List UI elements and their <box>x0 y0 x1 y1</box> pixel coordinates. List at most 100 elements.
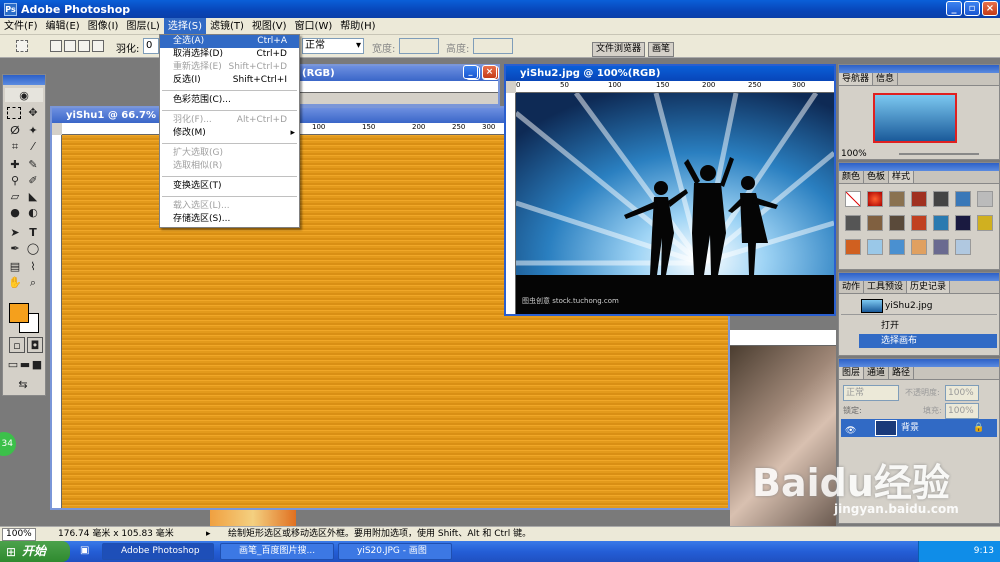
tab-navigator[interactable]: 导航器 <box>839 73 874 85</box>
type-tool-icon[interactable]: T <box>25 225 41 241</box>
style-select[interactable]: 正常 ▾ <box>302 38 364 54</box>
style-swatch[interactable] <box>911 191 927 207</box>
crop-tool-icon[interactable]: ⌗ <box>7 139 23 155</box>
move-tool-icon[interactable]: ✥ <box>25 105 41 121</box>
minimize-icon[interactable]: _ <box>946 1 962 16</box>
menu-item-transform-selection[interactable]: 变换选区(T) <box>160 180 299 193</box>
style-swatch[interactable] <box>889 191 905 207</box>
style-swatch[interactable] <box>889 215 905 231</box>
status-arrow-icon[interactable]: ▸ <box>206 527 211 541</box>
menu-layer[interactable]: 图层(L) <box>122 18 163 35</box>
add-selection-icon[interactable] <box>64 40 76 52</box>
tab-layers[interactable]: 图层 <box>839 367 865 379</box>
brush-tool-icon[interactable]: ✎ <box>25 157 41 173</box>
dodge-tool-icon[interactable]: ◐ <box>25 205 41 221</box>
task-photoshop[interactable]: Adobe Photoshop <box>102 543 214 560</box>
lasso-tool-icon[interactable]: ⵁ <box>7 123 23 139</box>
history-brush-icon[interactable]: ✐ <box>25 173 41 189</box>
style-swatch[interactable] <box>933 191 949 207</box>
show-desktop-icon[interactable]: ▣ <box>80 545 89 556</box>
tab-file-browser[interactable]: 文件浏览器 <box>592 42 646 57</box>
eraser-tool-icon[interactable]: ▱ <box>7 189 23 205</box>
navigator-thumbnail[interactable] <box>873 93 957 143</box>
tab-color[interactable]: 颜色 <box>839 171 865 183</box>
standard-mode-icon[interactable]: ▫ <box>9 337 25 353</box>
style-swatch[interactable] <box>933 215 949 231</box>
layer-row-background[interactable]: 👁 背景 🔒 <box>841 419 997 437</box>
menu-select[interactable]: 选择(S) <box>163 17 206 35</box>
subtract-selection-icon[interactable] <box>78 40 90 52</box>
screen-mode-full-icon[interactable]: ■ <box>29 357 45 373</box>
menu-filter[interactable]: 滤镜(T) <box>206 18 248 35</box>
style-swatch[interactable] <box>867 215 883 231</box>
history-item-open[interactable]: 打开 <box>859 319 997 333</box>
menu-item-deselect[interactable]: 取消选择(D) Ctrl+D <box>160 48 299 61</box>
style-none[interactable] <box>845 191 861 207</box>
quickmask-mode-icon[interactable]: ◘ <box>27 337 43 353</box>
foreground-color-top[interactable] <box>9 303 29 323</box>
navigator-zoom[interactable]: 100% <box>841 149 867 159</box>
menu-item-modify[interactable]: 修改(M) ▸ <box>160 127 299 140</box>
shape-tool-icon[interactable]: ◯ <box>25 241 41 257</box>
style-swatch[interactable] <box>955 191 971 207</box>
tab-info[interactable]: 信息 <box>873 73 899 85</box>
doc-rgb-close-icon[interactable]: × <box>482 65 497 79</box>
style-swatch[interactable] <box>867 239 883 255</box>
doc-rgb-minimize-icon[interactable]: _ <box>463 65 478 79</box>
history-item-select-canvas[interactable]: 选择画布 <box>859 334 997 348</box>
menu-item-color-range[interactable]: 色彩范围(C)... <box>160 94 299 107</box>
blend-mode-select[interactable]: 正常 <box>843 385 899 401</box>
menu-item-select-all[interactable]: 全选(A) Ctrl+A <box>160 35 299 48</box>
eye-icon[interactable]: 👁 <box>845 422 856 440</box>
menu-help[interactable]: 帮助(H) <box>336 18 379 35</box>
magic-wand-icon[interactable]: ✦ <box>25 123 41 139</box>
tab-brushes[interactable]: 画笔 <box>648 42 675 57</box>
menu-image[interactable]: 图像(I) <box>84 18 123 35</box>
menu-item-inverse[interactable]: 反选(I) Shift+Ctrl+I <box>160 74 299 87</box>
paint-bucket-icon[interactable]: ◣ <box>25 189 41 205</box>
healing-brush-icon[interactable]: ✚ <box>7 157 23 173</box>
tab-tool-presets[interactable]: 工具预设 <box>864 281 908 293</box>
style-swatch[interactable] <box>867 191 883 207</box>
marquee-tool-icon[interactable] <box>16 40 28 52</box>
hand-tool-icon[interactable]: ✋ <box>7 275 23 291</box>
tab-actions[interactable]: 动作 <box>839 281 865 293</box>
tab-history[interactable]: 历史记录 <box>907 281 951 293</box>
feather-input[interactable]: 0 <box>143 38 159 54</box>
new-selection-icon[interactable] <box>50 40 62 52</box>
rect-marquee-tool-icon[interactable] <box>7 107 21 119</box>
stamp-tool-icon[interactable]: ⚲ <box>7 173 23 189</box>
task-paint[interactable]: yiS20.JPG - 画图 <box>338 543 452 560</box>
height-input[interactable] <box>473 38 513 54</box>
style-swatch[interactable] <box>955 215 971 231</box>
tab-swatches[interactable]: 色板 <box>864 171 890 183</box>
history-snapshot[interactable]: yiShu2.jpg <box>841 297 997 315</box>
slice-tool-icon[interactable]: ⁄ <box>25 139 41 155</box>
pen-tool-icon[interactable]: ✒ <box>7 241 23 257</box>
eyedropper-icon[interactable]: ⌇ <box>25 259 41 275</box>
task-browser[interactable]: 画笔_百度图片搜... <box>220 543 334 560</box>
tab-paths[interactable]: 路径 <box>889 367 915 379</box>
blur-tool-icon[interactable]: ● <box>7 205 23 221</box>
style-swatch[interactable] <box>889 239 905 255</box>
menu-view[interactable]: 视图(V) <box>248 18 291 35</box>
intersect-selection-icon[interactable] <box>92 40 104 52</box>
close-icon[interactable]: × <box>982 1 998 16</box>
opacity-input[interactable]: 100% <box>945 385 979 401</box>
style-swatch[interactable] <box>845 239 861 255</box>
style-swatch[interactable] <box>911 239 927 255</box>
menu-file[interactable]: 文件(F) <box>0 18 42 35</box>
tab-styles[interactable]: 样式 <box>889 171 915 183</box>
zoom-tool-icon[interactable]: ⌕ <box>25 275 41 291</box>
status-zoom[interactable]: 100% <box>2 528 36 541</box>
menu-edit[interactable]: 编辑(E) <box>42 18 84 35</box>
dancers-photo[interactable]: 图虫创意 stock.tuchong.com <box>516 93 834 314</box>
navigator-slider[interactable] <box>899 153 979 155</box>
style-swatch[interactable] <box>955 239 971 255</box>
tab-channels[interactable]: 通道 <box>864 367 890 379</box>
style-swatch[interactable] <box>845 215 861 231</box>
menu-item-save-selection[interactable]: 存储选区(S)... <box>160 213 299 226</box>
notes-tool-icon[interactable]: ▤ <box>7 259 23 275</box>
jump-to-imageready-icon[interactable]: ⇆ <box>15 377 31 393</box>
path-select-icon[interactable]: ➤ <box>7 225 23 241</box>
